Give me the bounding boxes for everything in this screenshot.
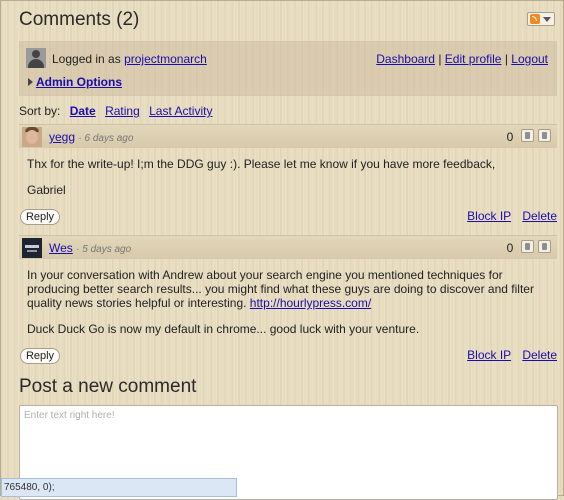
comments-title: Comments (2) xyxy=(19,9,140,30)
author-link[interactable]: Wes xyxy=(49,241,73,255)
delete-link[interactable]: Delete xyxy=(522,209,557,223)
comment-footer: Reply Block IP Delete xyxy=(19,209,557,229)
reply-button[interactable]: Reply xyxy=(20,348,60,364)
sort-bar: Sort by: Date Rating Last Activity xyxy=(19,104,212,118)
post-comment-heading: Post a new comment xyxy=(19,376,197,397)
username-link[interactable]: projectmonarch xyxy=(124,52,207,66)
delete-link[interactable]: Delete xyxy=(522,348,557,362)
block-ip-link[interactable]: Block IP xyxy=(467,348,511,362)
comment-header: yegg · 6 days ago 0 xyxy=(19,124,557,148)
chevron-down-icon xyxy=(543,17,551,22)
link-separator: | xyxy=(438,52,442,66)
rss-feed-icon xyxy=(530,14,540,24)
triangle-right-icon xyxy=(28,78,33,86)
block-ip-link[interactable]: Block IP xyxy=(467,209,511,223)
user-links: Dashboard | Edit profile | Logout xyxy=(376,52,548,66)
admin-options-toggle[interactable]: Admin Options xyxy=(28,75,122,89)
vote-count: 0 xyxy=(506,130,514,144)
thumbs-up-icon[interactable] xyxy=(520,240,534,253)
comment-header: Wes · 5 days ago 0 xyxy=(19,235,557,259)
comment-footer: Reply Block IP Delete xyxy=(19,348,557,368)
vote-count: 0 xyxy=(506,241,514,255)
reply-button[interactable]: Reply xyxy=(20,209,60,225)
admin-options-link[interactable]: Admin Options xyxy=(36,75,122,89)
comment-text: Gabriel xyxy=(27,183,66,197)
sort-label: Sort by: xyxy=(19,104,61,118)
comment-timestamp: · 5 days ago xyxy=(76,244,132,255)
comments-header: Comments (2) xyxy=(19,9,555,35)
thumbs-up-icon[interactable] xyxy=(520,129,534,142)
thumbs-down-icon[interactable] xyxy=(538,129,551,142)
status-bar: 765480, 0); xyxy=(1,478,237,497)
textarea-placeholder: Enter text right here! xyxy=(24,410,115,421)
user-panel: Logged in as projectmonarch Dashboard | … xyxy=(19,41,557,96)
logout-link[interactable]: Logout xyxy=(511,52,548,66)
comment-url-link[interactable]: http://hourlypress.com/ xyxy=(250,296,371,310)
thumbs-down-icon[interactable] xyxy=(538,240,551,253)
sort-rating-link[interactable]: Rating xyxy=(105,104,140,118)
commenter-avatar[interactable] xyxy=(22,238,42,258)
sort-last-activity-link[interactable]: Last Activity xyxy=(149,104,212,118)
logged-in-text: Logged in as projectmonarch xyxy=(52,52,207,66)
author-link[interactable]: yegg xyxy=(49,130,75,144)
comment-body: Thx for the write-up! I;m the DDG guy :)… xyxy=(19,148,557,197)
comment-body: In your conversation with Andrew about y… xyxy=(19,259,557,336)
logged-in-label: Logged in as xyxy=(52,52,121,66)
comment-item: yegg · 6 days ago 0 Thx for the write-up… xyxy=(19,124,557,229)
user-avatar xyxy=(26,48,46,68)
edit-profile-link[interactable]: Edit profile xyxy=(445,52,502,66)
vote-controls: 0 xyxy=(507,129,551,145)
link-separator: | xyxy=(504,52,508,66)
sort-date-link[interactable]: Date xyxy=(70,104,96,118)
rss-feed-button[interactable] xyxy=(527,12,555,26)
dashboard-link[interactable]: Dashboard xyxy=(376,52,435,66)
comment-timestamp: · 6 days ago xyxy=(78,133,134,144)
commenter-avatar[interactable] xyxy=(22,127,42,147)
comment-item: Wes · 5 days ago 0 In your conversation … xyxy=(19,235,557,368)
vote-controls: 0 xyxy=(507,240,551,256)
comment-text: Thx for the write-up! I;m the DDG guy :)… xyxy=(27,157,496,171)
comment-text: Duck Duck Go is now my default in chrome… xyxy=(27,322,420,336)
